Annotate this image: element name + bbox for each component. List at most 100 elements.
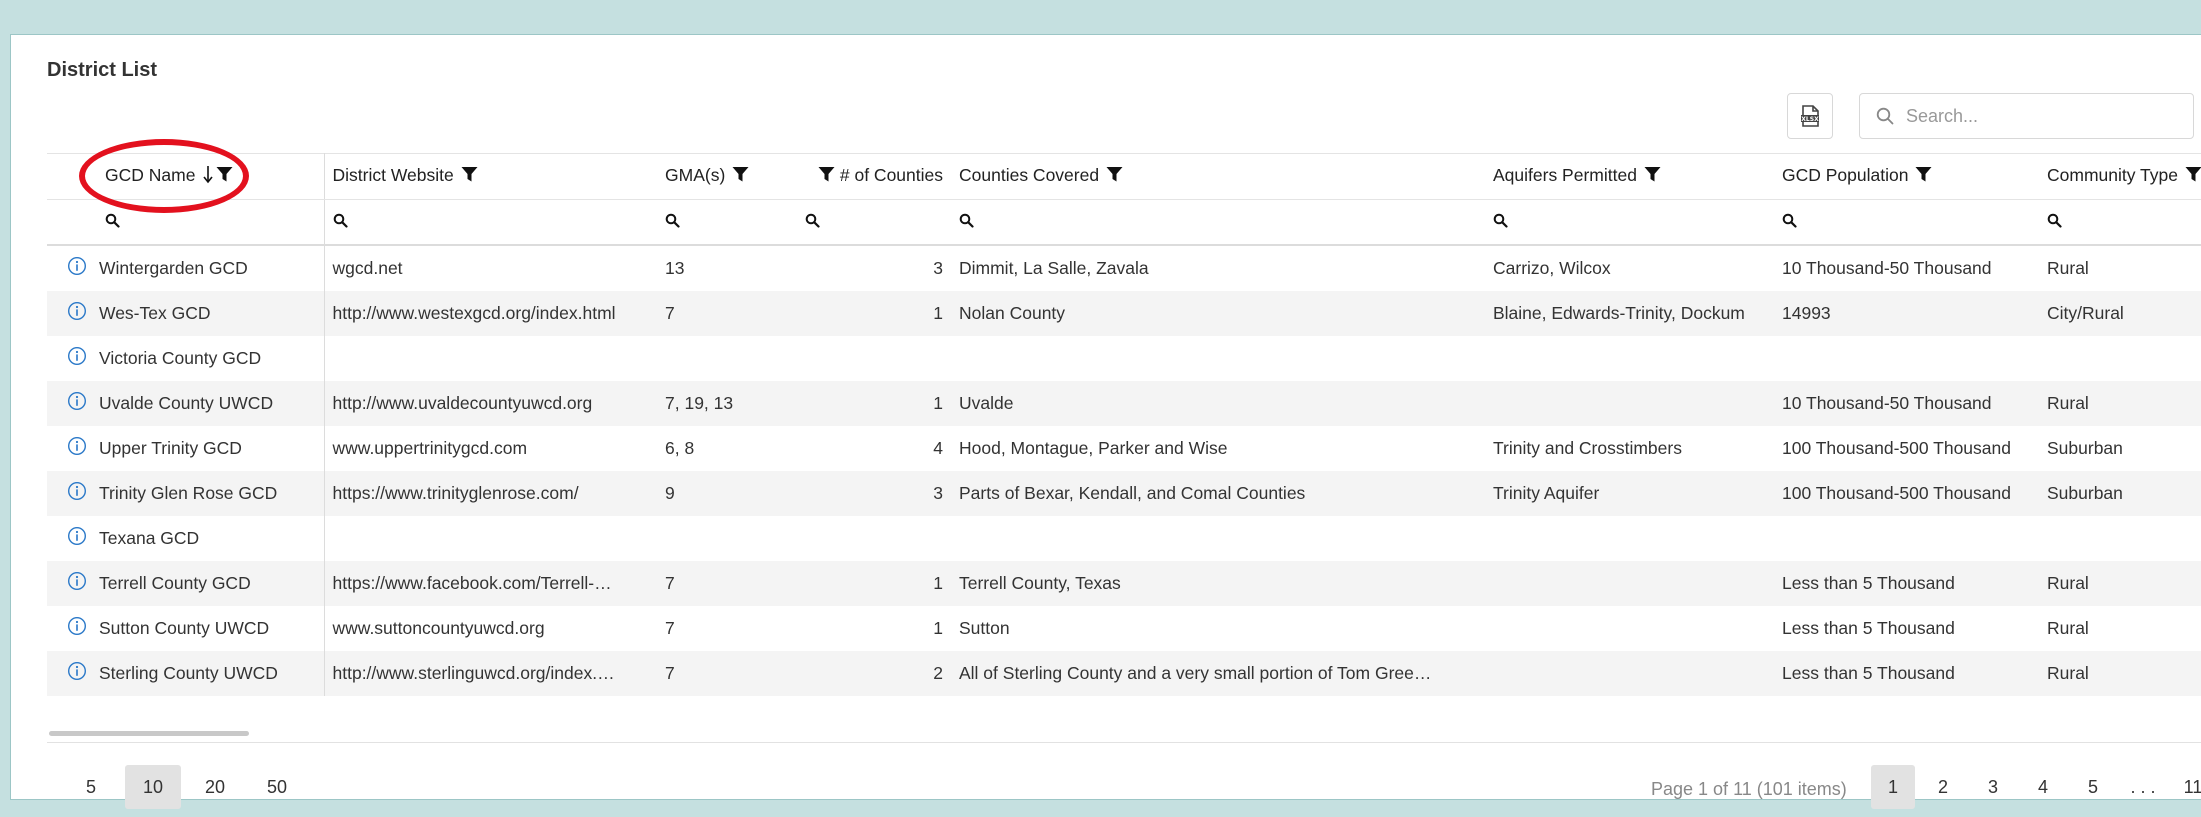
search-icon bbox=[1782, 212, 1797, 233]
cell-district-website[interactable]: www.uppertrinitygcd.com bbox=[324, 426, 657, 471]
table-row[interactable]: Upper Trinity GCD www.uppertrinitygcd.com… bbox=[47, 426, 2201, 471]
cell-district-website[interactable]: http://www.uvaldecountyuwcd.org bbox=[324, 381, 657, 426]
cell-gcd-name: Wes-Tex GCD bbox=[47, 291, 325, 336]
column-header-aquifers-permitted[interactable]: Aquifers Permitted bbox=[1485, 153, 1774, 200]
filter-row-cell-community-type[interactable] bbox=[2039, 199, 2201, 246]
cell-community-type: City/Rural bbox=[2039, 291, 2201, 336]
district-name: Wes-Tex GCD bbox=[99, 303, 211, 323]
info-icon[interactable] bbox=[67, 346, 87, 371]
column-header-label: GCD Population bbox=[1782, 165, 1909, 186]
column-header-gcd-population[interactable]: GCD Population bbox=[1774, 153, 2039, 200]
cell-num-counties: 2 bbox=[797, 651, 951, 696]
filter-row-cell-counties-covered[interactable] bbox=[951, 199, 1485, 246]
page-size-option-50[interactable]: 50 bbox=[249, 765, 305, 809]
page-button-5[interactable]: 5 bbox=[2071, 765, 2115, 809]
search-icon bbox=[959, 212, 974, 233]
page-size-option-5[interactable]: 5 bbox=[63, 765, 119, 809]
filter-row-cell-gcd-population[interactable] bbox=[1774, 199, 2039, 246]
cell-gma: 7 bbox=[657, 651, 797, 696]
table-row[interactable]: Victoria County GCD bbox=[47, 336, 2201, 381]
column-header-label: GMA(s) bbox=[665, 165, 726, 186]
filter-icon[interactable] bbox=[1106, 166, 1123, 188]
filter-icon[interactable] bbox=[2185, 166, 2201, 188]
info-icon[interactable] bbox=[67, 481, 87, 506]
info-icon[interactable] bbox=[67, 571, 87, 596]
info-icon[interactable] bbox=[67, 256, 87, 281]
cell-gma: 7 bbox=[665, 618, 675, 638]
table-row[interactable]: Texana GCD bbox=[47, 516, 2201, 561]
table-row[interactable]: Sterling County UWCD http://www.sterlingu… bbox=[47, 651, 2201, 696]
filter-icon[interactable] bbox=[1644, 166, 1661, 188]
cell-community-type: Rural bbox=[2039, 561, 2201, 606]
info-icon[interactable] bbox=[67, 436, 87, 461]
filter-icon[interactable] bbox=[1915, 166, 1932, 188]
export-xlsx-button[interactable]: XLSX bbox=[1787, 93, 1833, 139]
info-icon[interactable] bbox=[67, 391, 87, 416]
info-icon[interactable] bbox=[67, 526, 87, 551]
cell-district-website bbox=[324, 516, 657, 561]
info-icon[interactable] bbox=[67, 616, 87, 641]
page-button-2[interactable]: 2 bbox=[1921, 765, 1965, 809]
table-row[interactable]: Terrell County GCD https://www.facebook.c… bbox=[47, 561, 2201, 606]
table-row[interactable]: Wes-Tex GCD http://www.westexgcd.org/inde… bbox=[47, 291, 2201, 336]
table-row[interactable]: Uvalde County UWCD http://www.uvaldecount… bbox=[47, 381, 2201, 426]
red-highlight-circle bbox=[79, 139, 249, 213]
cell-counties-covered: Nolan County bbox=[951, 291, 1485, 336]
filter-icon[interactable] bbox=[461, 166, 478, 188]
cell-num-counties: 4 bbox=[933, 438, 943, 458]
page-button-3[interactable]: 3 bbox=[1971, 765, 2015, 809]
cell-district-website[interactable]: http://www.westexgcd.org/index.html bbox=[324, 291, 657, 336]
filter-icon[interactable] bbox=[818, 166, 835, 188]
column-header-gma[interactable]: GMA(s) bbox=[657, 153, 797, 200]
filter-row-cell-aquifers-permitted[interactable] bbox=[1485, 199, 1774, 246]
filter-row-cell-district-website[interactable] bbox=[324, 199, 657, 246]
table-row[interactable]: Wintergarden GCD wgcd.net 13 3 Dimmit, La Sa… bbox=[47, 245, 2201, 291]
cell-counties-covered: Uvalde bbox=[951, 381, 1485, 426]
filter-row-cell-gma[interactable] bbox=[657, 199, 797, 246]
cell-district-website[interactable]: https://www.facebook.com/Terrell-… bbox=[324, 561, 657, 606]
cell-gcd-name: Terrell County GCD bbox=[47, 561, 325, 606]
filter-row-cell-num-counties[interactable] bbox=[797, 199, 951, 246]
column-header-district-website[interactable]: District Website bbox=[324, 153, 657, 200]
column-header-counties-covered[interactable]: Counties Covered bbox=[951, 153, 1485, 200]
cell-gcd-name: Victoria County GCD bbox=[47, 336, 325, 381]
page-ellipsis[interactable]: . . . bbox=[2121, 765, 2165, 809]
horizontal-scrollbar[interactable] bbox=[49, 731, 249, 736]
page-size-option-20[interactable]: 20 bbox=[187, 765, 243, 809]
cell-counties-covered: Sutton bbox=[959, 618, 1010, 638]
cell-gcd-population bbox=[1774, 516, 2039, 561]
cell-district-website[interactable]: https://www.trinityglenrose.com/ bbox=[324, 471, 657, 516]
filter-icon[interactable] bbox=[732, 166, 749, 188]
cell-district-website[interactable]: http://www.sterlinguwcd.org/index.… bbox=[324, 651, 657, 696]
column-header-num-counties[interactable]: # of Counties bbox=[797, 153, 951, 200]
cell-district-website[interactable]: wgcd.net bbox=[324, 245, 657, 291]
cell-counties-covered: All of Sterling County and a very small … bbox=[951, 651, 1485, 696]
page-button-11[interactable]: 11 bbox=[2171, 765, 2201, 809]
search-icon bbox=[1493, 212, 1508, 233]
cell-gcd-population bbox=[1774, 336, 2039, 381]
cell-counties-covered bbox=[951, 516, 1485, 561]
page-info: Page 1 of 11 (101 items) bbox=[1651, 779, 1847, 799]
search-icon bbox=[1876, 107, 1894, 125]
page-button-4[interactable]: 4 bbox=[2021, 765, 2065, 809]
cell-aquifers-permitted: Blaine, Edwards-Trinity, Dockum bbox=[1485, 291, 1774, 336]
page-navigator: 12345. . . 11 bbox=[1871, 765, 2201, 809]
table-row[interactable]: Sutton County UWCD www.suttoncountyuwcd.o… bbox=[47, 606, 2201, 651]
info-icon[interactable] bbox=[67, 301, 87, 326]
cell-gcd-population: 14993 bbox=[1774, 291, 2039, 336]
cell-gcd-population: Less than 5 Thousand bbox=[1774, 561, 2039, 606]
info-icon[interactable] bbox=[67, 661, 87, 686]
table-row[interactable]: Trinity Glen Rose GCD https://www.trinity… bbox=[47, 471, 2201, 516]
district-name: Trinity Glen Rose GCD bbox=[99, 483, 278, 503]
cell-district-website[interactable]: www.suttoncountyuwcd.org bbox=[324, 606, 657, 651]
cell-gcd-name: Sutton County UWCD bbox=[47, 606, 325, 651]
page-size-option-10[interactable]: 10 bbox=[125, 765, 181, 809]
search-input[interactable] bbox=[1904, 104, 2188, 128]
district-name: Texana GCD bbox=[99, 528, 200, 548]
page-button-1[interactable]: 1 bbox=[1871, 765, 1915, 809]
panel-title: District List bbox=[47, 59, 158, 81]
column-header-label: Community Type bbox=[2047, 165, 2178, 186]
cell-gma bbox=[657, 336, 797, 381]
search-box[interactable] bbox=[1859, 93, 2194, 139]
column-header-community-type[interactable]: Community Type bbox=[2039, 153, 2201, 200]
